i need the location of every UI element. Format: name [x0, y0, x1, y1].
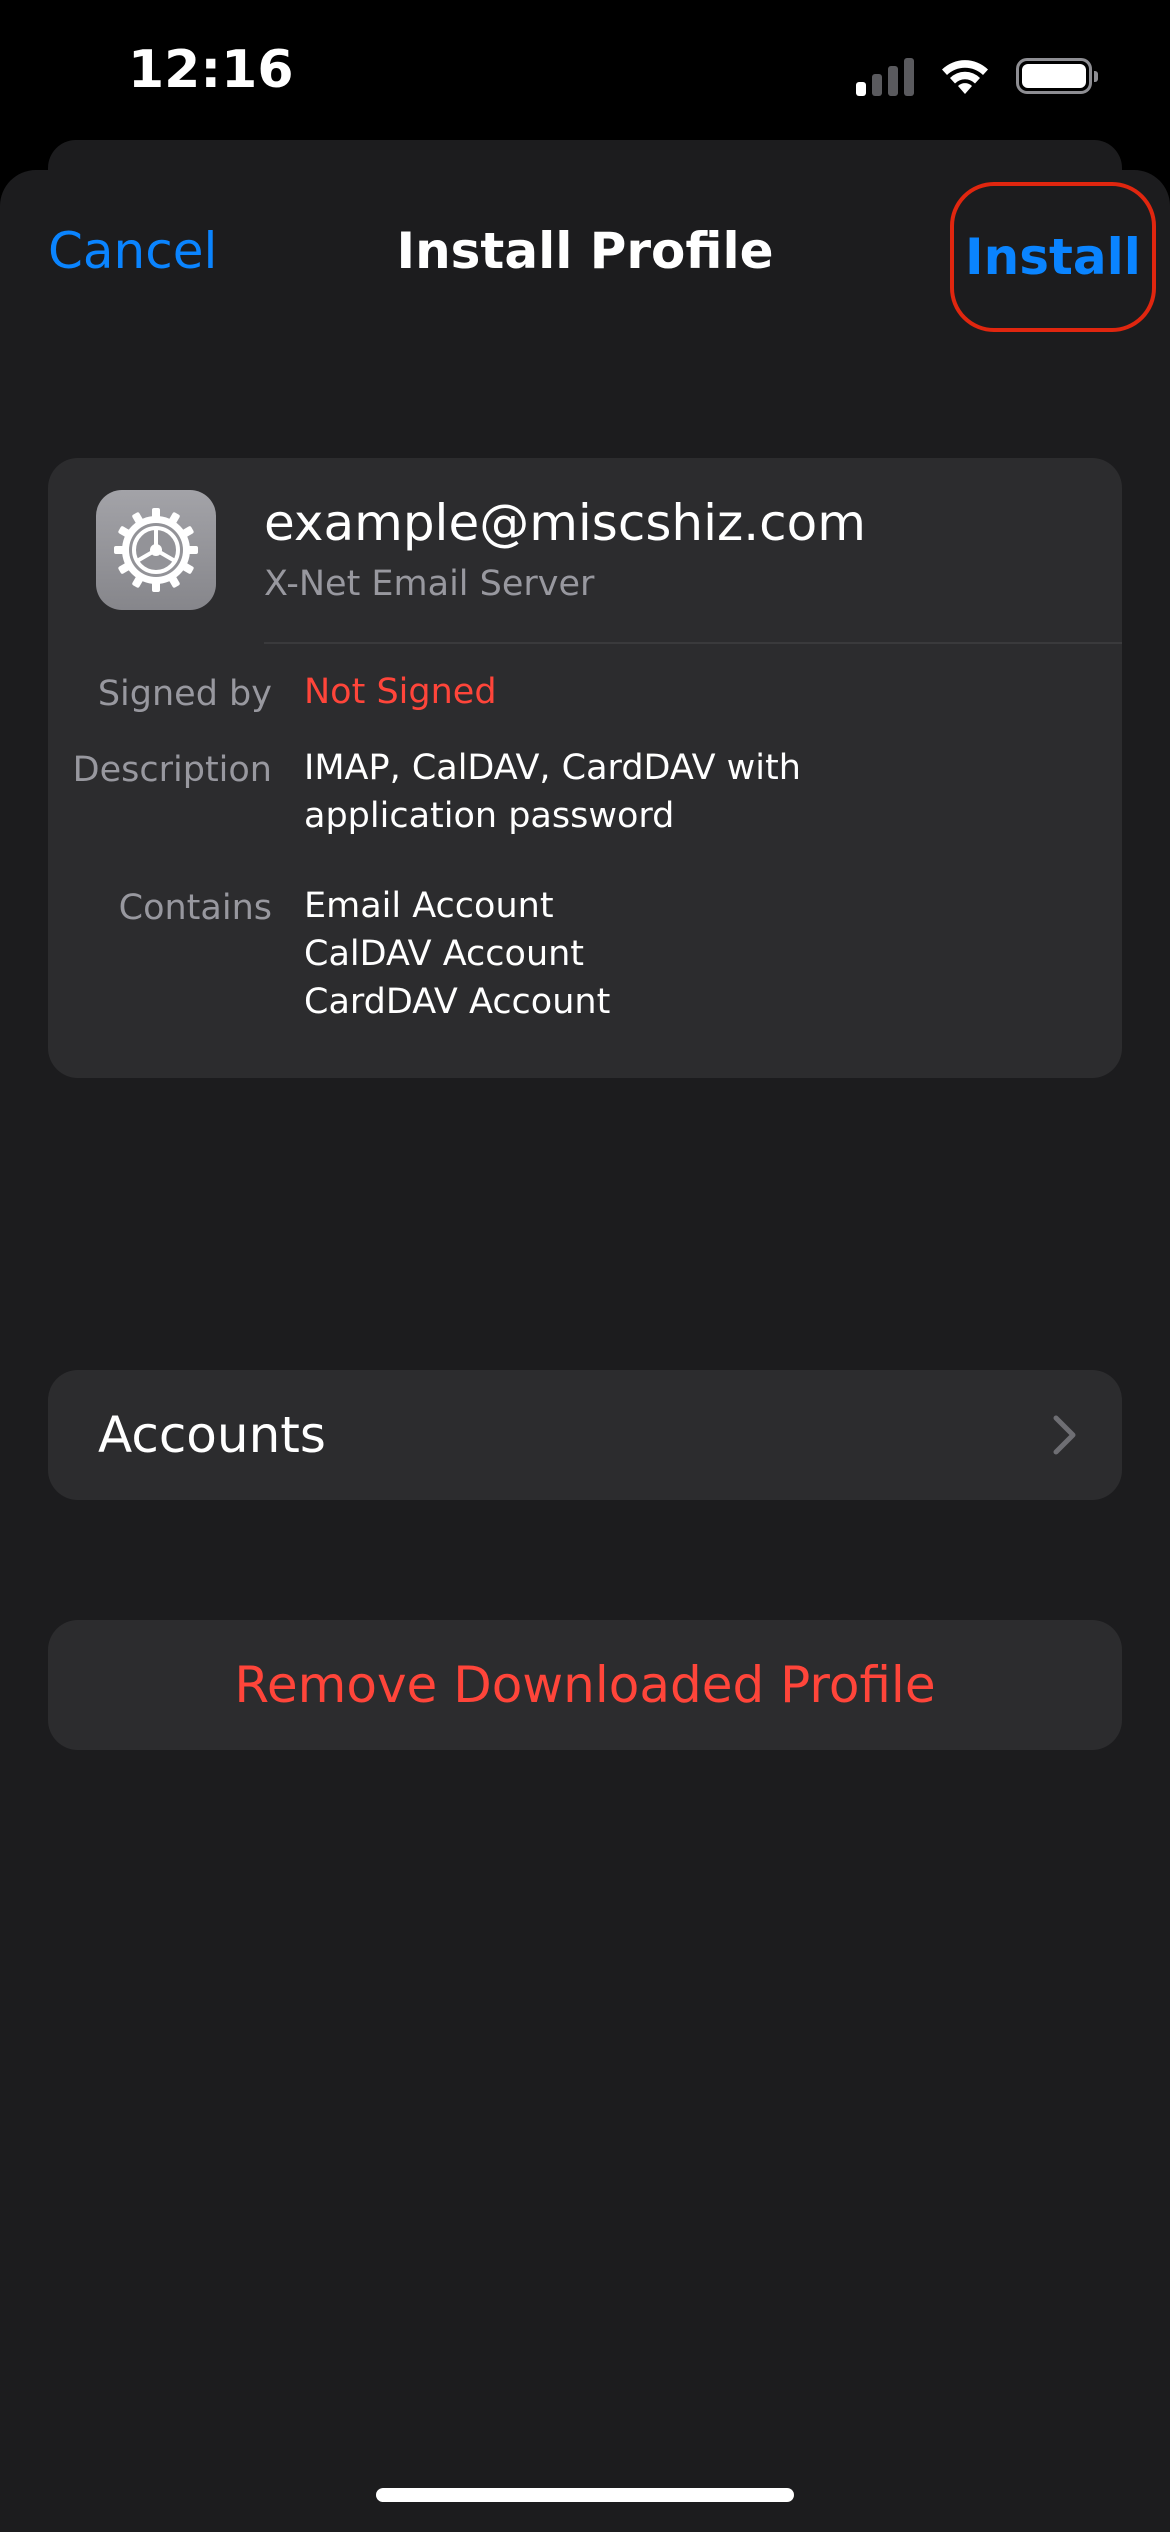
wifi-icon	[942, 60, 988, 94]
description-value: IMAP, CalDAV, CardDAV with application p…	[304, 744, 801, 840]
contains-item: Email Account	[304, 886, 554, 926]
contains-label: Contains	[118, 888, 272, 928]
chevron-right-icon	[1053, 1415, 1076, 1455]
cancel-button[interactable]: Cancel	[48, 222, 217, 280]
install-button[interactable]: Install	[950, 182, 1156, 332]
status-bar: 12:16	[0, 0, 1170, 150]
contains-item: CardDAV Account	[304, 982, 611, 1022]
status-icons	[856, 54, 1098, 96]
install-profile-sheet: Cancel Install Profile Install example@m…	[0, 170, 1170, 2532]
signed-by-label: Signed by	[97, 674, 272, 714]
description-label: Description	[72, 750, 272, 790]
divider	[264, 642, 1122, 644]
profile-name: example@miscshiz.com	[264, 494, 866, 552]
profile-subtitle: X-Net Email Server	[264, 564, 595, 604]
cellular-signal-icon	[856, 56, 914, 96]
description-line: IMAP, CalDAV, CardDAV with	[304, 748, 801, 788]
status-time: 12:16	[128, 40, 294, 100]
home-indicator[interactable]	[376, 2488, 794, 2502]
accounts-row[interactable]: Accounts	[48, 1370, 1122, 1500]
remove-downloaded-profile-button[interactable]: Remove Downloaded Profile	[48, 1620, 1122, 1750]
remove-profile-label: Remove Downloaded Profile	[234, 1656, 936, 1714]
navigation-bar: Cancel Install Profile Install	[0, 170, 1170, 340]
profile-card: example@miscshiz.com X-Net Email Server …	[48, 458, 1122, 1078]
description-line: application password	[304, 796, 675, 836]
contains-value: Email Account CalDAV Account CardDAV Acc…	[304, 882, 610, 1026]
battery-icon	[1016, 58, 1098, 94]
contains-item: CalDAV Account	[304, 934, 585, 974]
gear-icon	[96, 490, 216, 610]
accounts-label: Accounts	[98, 1406, 326, 1464]
signed-by-value: Not Signed	[304, 672, 497, 712]
